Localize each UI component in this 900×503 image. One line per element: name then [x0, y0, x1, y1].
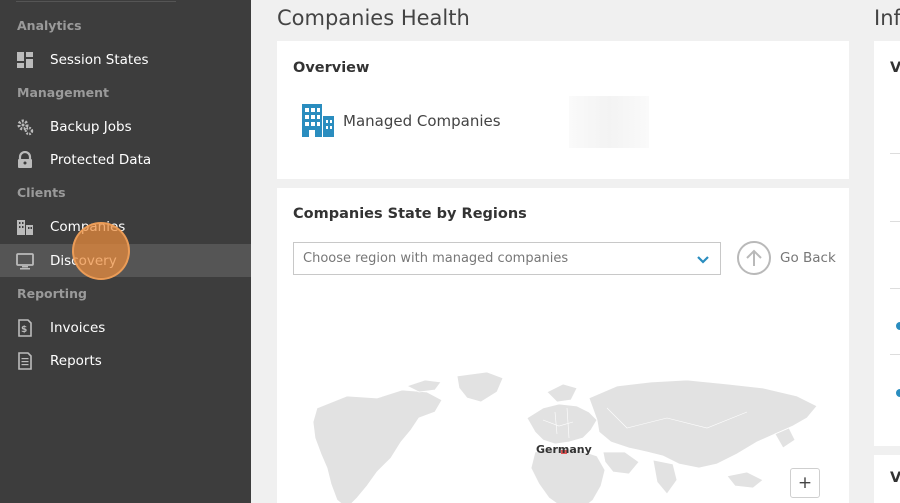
go-back-label: Go Back [780, 250, 836, 266]
sidebar-item-label: Protected Data [50, 151, 152, 168]
right-panel-heading: V [890, 60, 900, 76]
invoice-icon: $ [16, 318, 34, 337]
divider [890, 153, 900, 154]
section-analytics: Analytics [17, 18, 82, 33]
sidebar-item-discovery[interactable]: Discovery [0, 244, 251, 277]
page-title: Companies Health [277, 6, 470, 30]
go-back-button[interactable]: Go Back [737, 241, 836, 275]
svg-text:$: $ [21, 325, 27, 335]
sidebar-item-label: Companies [50, 218, 126, 235]
sidebar-item-companies[interactable]: Companies [0, 210, 251, 243]
divider [890, 288, 900, 289]
sidebar-item-protected-data[interactable]: Protected Data [0, 143, 251, 176]
section-management: Management [17, 85, 110, 100]
zoom-in-button[interactable]: + [790, 468, 820, 498]
loading-placeholder [569, 96, 649, 148]
sidebar-item-reports[interactable]: Reports [0, 344, 251, 377]
report-icon [16, 351, 34, 370]
sidebar-divider [16, 0, 176, 2]
overview-card: Overview Managed Companies [277, 41, 849, 179]
right-panel-title: Inf [874, 6, 900, 30]
sidebar-item-session-states[interactable]: Session States [0, 43, 251, 76]
sidebar-item-label: Discovery [50, 252, 117, 269]
monitor-icon [16, 252, 34, 270]
dashboard-grid-icon [16, 51, 34, 69]
regions-title: Companies State by Regions [293, 206, 527, 222]
status-dot [896, 389, 900, 397]
status-dot [896, 322, 900, 330]
sidebar-item-backup-jobs[interactable]: Backup Jobs [0, 110, 251, 143]
managed-companies-label: Managed Companies [343, 112, 501, 130]
sidebar-item-label: Backup Jobs [50, 118, 132, 135]
sidebar: Analytics Session States Management Back… [0, 0, 251, 503]
map-region-label: Germany [536, 443, 592, 456]
lock-icon [16, 150, 34, 169]
sidebar-item-label: Session States [50, 51, 149, 68]
overview-title: Overview [293, 60, 370, 76]
world-map[interactable] [307, 368, 827, 503]
sidebar-item-label: Reports [50, 352, 102, 369]
gear-cogs-icon [16, 118, 34, 136]
section-clients: Clients [17, 185, 66, 200]
regions-card: Companies State by Regions Choose region… [277, 188, 849, 503]
right-panel-card-2: V [874, 455, 900, 503]
divider [890, 221, 900, 222]
office-building-icon [301, 102, 335, 138]
chevron-down-icon [696, 251, 710, 265]
right-panel-card: V [874, 41, 900, 446]
arrow-up-icon [737, 241, 771, 275]
buildings-icon [16, 218, 34, 236]
region-select[interactable]: Choose region with managed companies [293, 242, 721, 275]
right-panel-heading-2: V [890, 470, 900, 486]
sidebar-item-label: Invoices [50, 319, 106, 336]
sidebar-item-invoices[interactable]: $ Invoices [0, 311, 251, 344]
section-reporting: Reporting [17, 286, 87, 301]
region-select-placeholder: Choose region with managed companies [303, 251, 569, 266]
divider [890, 354, 900, 355]
